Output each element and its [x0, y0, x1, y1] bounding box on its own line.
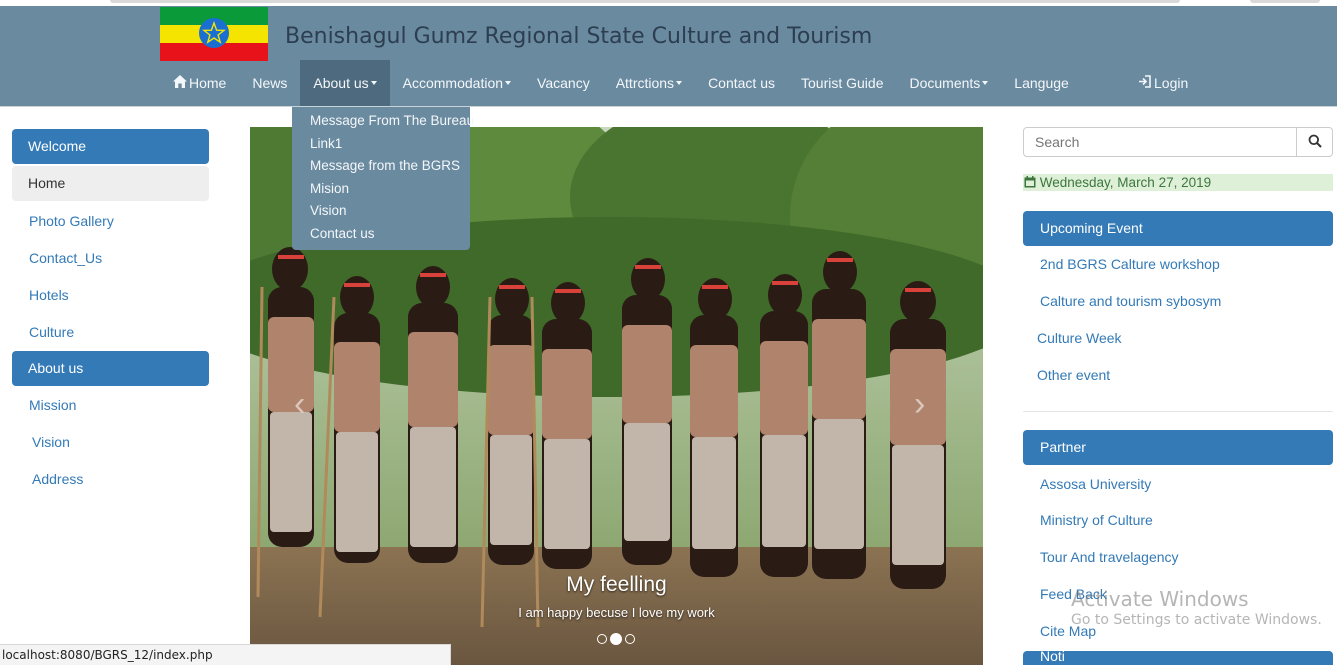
sidebar-item-address[interactable]: Address — [12, 461, 209, 498]
site-title: Benishagul Gumz Regional State Culture a… — [285, 24, 873, 49]
nav-news-label: News — [252, 75, 288, 91]
nav-tourist-guide-label: Tourist Guide — [801, 75, 884, 91]
nav-tourist-guide[interactable]: Tourist Guide — [788, 60, 896, 106]
sidebar-item-mission[interactable]: Mission — [12, 387, 209, 424]
browser-bar-right — [1250, 0, 1320, 3]
current-date: Wednesday, March 27, 2019 — [1023, 174, 1333, 191]
main-nav: Home News About us Accommodation Vacancy… — [160, 60, 1082, 106]
search-input[interactable] — [1023, 127, 1297, 157]
nav-documents-label: Documents — [909, 75, 981, 91]
event-link-sybosym[interactable]: Calture and tourism sybosym — [1040, 293, 1221, 309]
dropdown-item-vision[interactable]: Vision — [292, 200, 470, 223]
login-label: Login — [1154, 75, 1189, 91]
event-link-workshop[interactable]: 2nd BGRS Calture workshop — [1040, 256, 1220, 272]
carousel-indicator-3[interactable] — [625, 634, 635, 644]
browser-status-bar: localhost:8080/BGRS_12/index.php — [0, 644, 451, 665]
partner-header: Partner — [1023, 430, 1333, 465]
carousel-indicator-1[interactable] — [597, 634, 607, 644]
nav-contact-us[interactable]: Contact us — [695, 60, 788, 106]
event-link-other[interactable]: Other event — [1037, 367, 1110, 383]
next-panel-header: Noti — [1023, 651, 1333, 665]
sidebar-item-hotels[interactable]: Hotels — [12, 277, 209, 314]
nav-about-label: About us — [313, 75, 369, 91]
activate-windows-text: Go to Settings to activate Windows. — [1071, 612, 1322, 628]
browser-bar — [110, 0, 1180, 3]
caret-down-icon — [676, 81, 683, 85]
dropdown-item-contact-us[interactable]: Contact us — [292, 223, 470, 246]
carousel-prev-arrow[interactable]: ‹ — [294, 385, 305, 424]
nav-accommodation[interactable]: Accommodation — [390, 60, 524, 106]
nav-vacancy-label: Vacancy — [537, 75, 590, 91]
search-button[interactable] — [1296, 127, 1333, 157]
dropdown-item-message-bureau[interactable]: Message From The Bureau — [292, 110, 474, 133]
search-group — [1023, 127, 1333, 157]
nav-attractions[interactable]: Attrctions — [603, 60, 695, 106]
carousel-indicators — [597, 633, 635, 645]
partner-link-tour[interactable]: Tour And travelagency — [1040, 549, 1179, 565]
dropdown-item-link1[interactable]: Link1 — [292, 133, 470, 156]
nav-accommodation-label: Accommodation — [402, 75, 504, 91]
caret-down-icon — [505, 81, 512, 85]
home-icon — [173, 75, 187, 91]
dropdown-item-message-bgrs[interactable]: Message from the BGRS — [292, 155, 470, 178]
sidebar-welcome-header[interactable]: Welcome — [12, 129, 209, 164]
ethiopian-flag-logo[interactable] — [160, 7, 268, 61]
sidebar-item-contact[interactable]: Contact_Us — [12, 240, 209, 277]
nav-about-us[interactable]: About us — [300, 60, 390, 106]
carousel-indicator-2[interactable] — [610, 633, 622, 645]
nav-home[interactable]: Home — [160, 60, 239, 106]
carousel-next-arrow[interactable]: › — [914, 385, 925, 424]
search-icon — [1308, 134, 1322, 151]
carousel-caption-text: I am happy becuse I love my work — [518, 605, 715, 620]
upcoming-event-header: Upcoming Event — [1023, 211, 1333, 246]
sidebar-about-header[interactable]: About us — [12, 351, 209, 386]
activate-windows-title: Activate Windows — [1071, 587, 1249, 611]
next-panel-label: Noti — [1040, 651, 1065, 664]
dropdown-item-mission[interactable]: Mision — [292, 178, 470, 201]
carousel-caption-title: My feelling — [566, 573, 667, 596]
site-header: Benishagul Gumz Regional State Culture a… — [0, 6, 1337, 107]
nav-documents[interactable]: Documents — [896, 60, 1001, 106]
sidebar-item-vision[interactable]: Vision — [12, 424, 209, 461]
nav-contact-label: Contact us — [708, 75, 775, 91]
caret-down-icon — [982, 81, 989, 85]
left-sidebar: Welcome Home Photo Gallery Contact_Us Ho… — [12, 129, 209, 498]
calendar-icon — [1024, 175, 1036, 192]
sidebar-item-home[interactable]: Home — [12, 166, 209, 201]
partner-link-assosa[interactable]: Assosa University — [1040, 476, 1151, 492]
date-text: Wednesday, March 27, 2019 — [1039, 175, 1212, 190]
caret-down-icon — [370, 81, 377, 85]
nav-attractions-label: Attrctions — [615, 75, 675, 91]
nav-language-label: Languge — [1014, 75, 1069, 91]
section-divider — [1023, 411, 1333, 412]
nav-news[interactable]: News — [239, 60, 300, 106]
about-us-dropdown-menu: Message From The Bureau Link1 Message fr… — [292, 107, 474, 250]
sidebar-item-culture[interactable]: Culture — [12, 314, 209, 351]
nav-vacancy[interactable]: Vacancy — [524, 60, 603, 106]
partner-link-ministry[interactable]: Ministry of Culture — [1040, 512, 1153, 528]
nav-home-label: Home — [189, 75, 227, 91]
login-link[interactable]: Login — [1138, 60, 1188, 106]
star-emblem-icon — [199, 18, 229, 48]
event-link-culture-week[interactable]: Culture Week — [1037, 330, 1122, 346]
nav-language[interactable]: Languge — [1001, 60, 1082, 106]
sidebar-item-photo-gallery[interactable]: Photo Gallery — [12, 203, 209, 240]
login-icon — [1138, 75, 1151, 91]
